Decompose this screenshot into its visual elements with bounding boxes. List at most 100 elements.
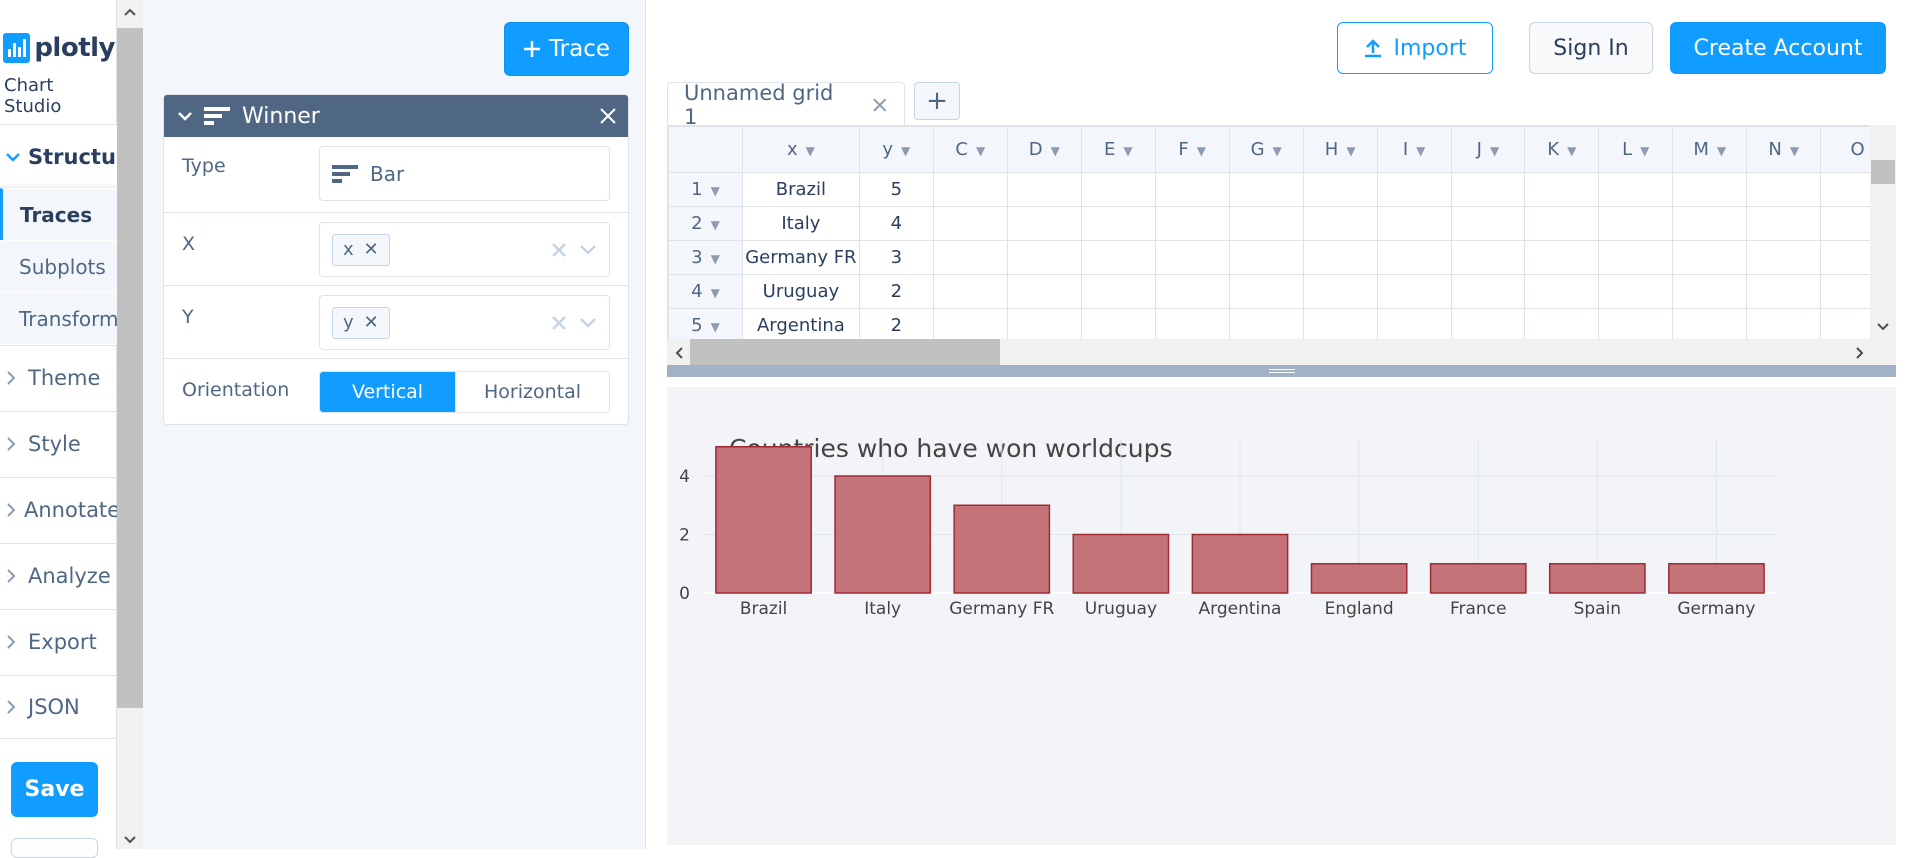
- trace-card-header[interactable]: Winner: [164, 95, 628, 137]
- nav-item-transforms[interactable]: Transforms: [0, 292, 117, 344]
- grid-cell[interactable]: [932, 308, 1008, 342]
- close-icon[interactable]: [600, 108, 616, 124]
- grid-column-header[interactable]: E ▼: [1080, 126, 1156, 173]
- create-account-button[interactable]: Create Account: [1670, 22, 1886, 74]
- grid-cell[interactable]: [1746, 206, 1822, 241]
- orientation-horizontal-button[interactable]: Horizontal: [455, 372, 609, 412]
- grid-cell[interactable]: [1672, 308, 1748, 342]
- grid-cell[interactable]: Italy: [741, 206, 860, 241]
- grid-cell[interactable]: Argentina: [741, 308, 860, 342]
- row-number-cell[interactable]: 5 ▼: [668, 308, 743, 342]
- grid-column-header[interactable]: J ▼: [1450, 126, 1526, 173]
- grid-cell[interactable]: [1672, 240, 1748, 275]
- grid-cell[interactable]: [1598, 172, 1674, 207]
- grid-cell[interactable]: [1302, 274, 1378, 309]
- nav-section-json[interactable]: JSON: [0, 675, 117, 739]
- grid-cell[interactable]: 4: [858, 206, 934, 241]
- grid-cell[interactable]: [1228, 172, 1304, 207]
- column-menu-icon[interactable]: ▼: [1273, 144, 1282, 158]
- grid-cell[interactable]: [1746, 308, 1822, 342]
- grid-cell[interactable]: [1376, 308, 1452, 342]
- grid-cell[interactable]: [1080, 172, 1156, 207]
- grid-cell[interactable]: [1080, 206, 1156, 241]
- grid-cell[interactable]: Uruguay: [741, 274, 860, 309]
- grid-column-header[interactable]: C ▼: [932, 126, 1008, 173]
- grid-cell[interactable]: Brazil: [741, 172, 860, 207]
- grid-cell[interactable]: [1228, 274, 1304, 309]
- grid-column-header[interactable]: D ▼: [1006, 126, 1082, 173]
- grid-cell[interactable]: [1302, 206, 1378, 241]
- grid-cell[interactable]: [1302, 240, 1378, 275]
- column-menu-icon[interactable]: ▼: [976, 144, 985, 158]
- column-menu-icon[interactable]: ▼: [1717, 144, 1726, 158]
- nav-item-traces[interactable]: Traces: [0, 188, 117, 240]
- column-menu-icon[interactable]: ▼: [1051, 144, 1060, 158]
- grid-cell[interactable]: [1450, 206, 1526, 241]
- grid-cell[interactable]: [1080, 240, 1156, 275]
- column-menu-icon[interactable]: ▼: [1490, 144, 1499, 158]
- column-menu-icon[interactable]: ▼: [1790, 144, 1799, 158]
- nav-section-analyze[interactable]: Analyze: [0, 543, 117, 607]
- secondary-button[interactable]: [11, 838, 98, 858]
- grid-cell[interactable]: [1006, 240, 1082, 275]
- scroll-down-icon[interactable]: [1877, 323, 1889, 331]
- nav-section-theme[interactable]: Theme: [0, 345, 117, 409]
- grid-cell[interactable]: [1450, 274, 1526, 309]
- grid-column-header[interactable]: x ▼: [741, 126, 860, 173]
- grid-vertical-scrollbar[interactable]: [1870, 125, 1896, 339]
- grid-cell[interactable]: [1302, 308, 1378, 342]
- y-column-select[interactable]: y ✕: [319, 295, 610, 350]
- remove-x-icon[interactable]: ✕: [364, 239, 379, 260]
- grid-cell[interactable]: [1006, 172, 1082, 207]
- column-menu-icon[interactable]: ▼: [1640, 144, 1649, 158]
- grid-cell[interactable]: [1080, 308, 1156, 342]
- grid-column-header[interactable]: y ▼: [858, 126, 934, 173]
- grid-cell[interactable]: [1672, 274, 1748, 309]
- row-menu-icon[interactable]: ▼: [711, 184, 720, 198]
- save-button[interactable]: Save: [11, 762, 98, 817]
- row-menu-icon[interactable]: ▼: [711, 218, 720, 232]
- scroll-up-icon[interactable]: [124, 8, 136, 16]
- grid-cell[interactable]: [1672, 172, 1748, 207]
- grid-chart-splitter[interactable]: [667, 365, 1896, 377]
- grid-cell[interactable]: [1524, 240, 1600, 275]
- scroll-right-icon[interactable]: [1856, 347, 1864, 359]
- nav-section-structure[interactable]: Structure: [0, 124, 117, 188]
- grid-cell[interactable]: [1450, 172, 1526, 207]
- grid-cell[interactable]: [1154, 274, 1230, 309]
- row-menu-icon[interactable]: ▼: [711, 320, 720, 334]
- grid-cell[interactable]: [1524, 206, 1600, 241]
- grid-tab[interactable]: Unnamed grid 1: [667, 81, 905, 129]
- row-number-cell[interactable]: 1 ▼: [668, 172, 743, 207]
- grid-column-header[interactable]: M ▼: [1672, 126, 1748, 173]
- grid-cell[interactable]: [932, 206, 1008, 241]
- column-menu-icon[interactable]: ▼: [1197, 144, 1206, 158]
- grid-cell[interactable]: [1154, 206, 1230, 241]
- row-menu-icon[interactable]: ▼: [711, 252, 720, 266]
- grid-cell[interactable]: [1154, 308, 1230, 342]
- orientation-vertical-button[interactable]: Vertical: [320, 372, 455, 412]
- scroll-left-icon[interactable]: [675, 347, 683, 359]
- column-menu-icon[interactable]: ▼: [806, 144, 815, 158]
- grid-cell[interactable]: 2: [858, 308, 934, 342]
- row-number-cell[interactable]: 4 ▼: [668, 274, 743, 309]
- grid-cell[interactable]: [1302, 172, 1378, 207]
- grid-cell[interactable]: [1228, 308, 1304, 342]
- column-menu-icon[interactable]: ▼: [1346, 144, 1355, 158]
- grid-cell[interactable]: [1450, 308, 1526, 342]
- grid-cell[interactable]: 2: [858, 274, 934, 309]
- grid-cell[interactable]: [1228, 206, 1304, 241]
- grid-cell[interactable]: [1746, 240, 1822, 275]
- grid-cell[interactable]: Germany FR: [741, 240, 860, 275]
- grid-cell[interactable]: [1598, 206, 1674, 241]
- grid-cell[interactable]: [1524, 274, 1600, 309]
- clear-icon[interactable]: [551, 315, 567, 331]
- grid-horizontal-scroll-thumb[interactable]: [690, 339, 1000, 365]
- chevron-down-icon[interactable]: [579, 317, 597, 329]
- import-button[interactable]: Import: [1337, 22, 1493, 74]
- grid-vertical-scroll-thumb[interactable]: [1871, 160, 1895, 184]
- grid-column-header[interactable]: L ▼: [1598, 126, 1674, 173]
- grid-cell[interactable]: [1598, 274, 1674, 309]
- column-menu-icon[interactable]: ▼: [1123, 144, 1132, 158]
- grid-cell[interactable]: [1524, 172, 1600, 207]
